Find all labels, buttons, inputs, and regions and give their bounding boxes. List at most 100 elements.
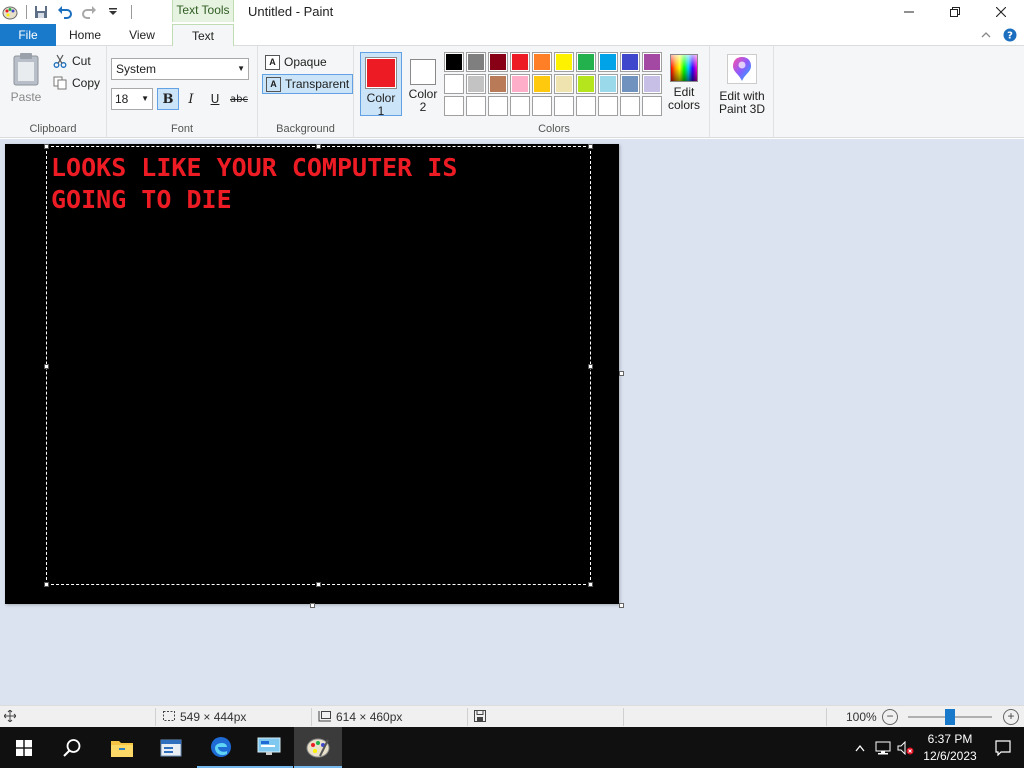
- palette-swatch[interactable]: [620, 74, 640, 94]
- color2-button[interactable]: Color 2: [402, 52, 444, 116]
- opaque-button[interactable]: A Opaque: [262, 52, 330, 72]
- tab-text[interactable]: Text: [172, 24, 234, 47]
- save-icon[interactable]: [31, 2, 51, 22]
- close-button[interactable]: [978, 0, 1024, 24]
- palette-empty-swatch[interactable]: [444, 96, 464, 116]
- paint3d-label-line2: Paint 3D: [718, 102, 766, 116]
- tab-view[interactable]: View: [114, 24, 170, 46]
- palette-swatch[interactable]: [620, 52, 640, 72]
- zoom-slider-thumb[interactable]: [945, 709, 955, 725]
- palette-swatch[interactable]: [642, 52, 662, 72]
- edit-with-paint3d-button[interactable]: Edit with Paint 3D: [714, 54, 770, 116]
- help-icon[interactable]: ?: [1000, 25, 1020, 45]
- underline-button[interactable]: U: [204, 88, 226, 110]
- edit-colors-button[interactable]: Edit colors: [664, 54, 704, 112]
- text-box-selection[interactable]: LOOKS LIKE YOUR COMPUTER IS GOING TO DIE: [44, 144, 593, 587]
- zoom-in-button[interactable]: +: [1003, 709, 1019, 725]
- customize-qat-icon[interactable]: [103, 2, 123, 22]
- canvas-resize-handle-bottom[interactable]: [310, 603, 315, 608]
- transparent-button[interactable]: A Transparent: [262, 74, 354, 94]
- font-size-select[interactable]: 18 ▼: [111, 88, 153, 110]
- cut-label: Cut: [72, 54, 91, 68]
- palette-empty-swatch[interactable]: [642, 96, 662, 116]
- taskbar-app-button[interactable]: [147, 727, 195, 768]
- palette-empty-swatch[interactable]: [466, 96, 486, 116]
- palette-swatch[interactable]: [510, 52, 530, 72]
- color2-label-line2: 2: [419, 100, 427, 114]
- opaque-label: Opaque: [284, 55, 327, 69]
- chevron-down-icon: ▼: [141, 94, 149, 103]
- strikethrough-button[interactable]: abc: [227, 88, 251, 110]
- textbox-handle-tr[interactable]: [588, 144, 593, 149]
- italic-button[interactable]: I: [180, 88, 202, 110]
- file-explorer-button[interactable]: [98, 727, 146, 768]
- palette-swatch[interactable]: [444, 74, 464, 94]
- palette-swatch[interactable]: [576, 74, 596, 94]
- color1-button[interactable]: Color 1: [360, 52, 402, 118]
- palette-swatch-fill: [578, 76, 594, 92]
- textbox-handle-bl[interactable]: [44, 582, 49, 587]
- tab-file[interactable]: File: [0, 24, 56, 46]
- minimize-ribbon-icon[interactable]: [976, 25, 996, 45]
- palette-swatch[interactable]: [466, 74, 486, 94]
- canvas-text[interactable]: LOOKS LIKE YOUR COMPUTER IS GOING TO DIE: [51, 152, 571, 216]
- svg-text:?: ?: [1007, 31, 1013, 42]
- palette-swatch[interactable]: [554, 74, 574, 94]
- cut-button[interactable]: Cut: [52, 52, 91, 70]
- start-button[interactable]: [0, 727, 48, 768]
- search-button[interactable]: [48, 727, 96, 768]
- palette-swatch[interactable]: [510, 74, 530, 94]
- textbox-handle-br[interactable]: [588, 582, 593, 587]
- palette-empty-swatch[interactable]: [576, 96, 596, 116]
- selection-icon: [162, 710, 176, 725]
- palette-empty-swatch[interactable]: [598, 96, 618, 116]
- copy-button[interactable]: Copy: [52, 74, 100, 92]
- palette-swatch[interactable]: [466, 52, 486, 72]
- textbox-handle-tm[interactable]: [316, 144, 321, 149]
- taskbar-clock[interactable]: 6:37 PM 12/6/2023: [918, 731, 982, 765]
- font-family-select[interactable]: System ▼: [111, 58, 249, 80]
- palette-swatch[interactable]: [642, 74, 662, 94]
- action-center-icon[interactable]: [982, 739, 1024, 756]
- palette-swatch[interactable]: [576, 52, 596, 72]
- canvas-resize-handle-corner[interactable]: [619, 603, 624, 608]
- network-icon[interactable]: [872, 741, 894, 755]
- chevron-down-icon: ▼: [237, 64, 245, 73]
- minimize-button[interactable]: [886, 0, 932, 24]
- canvas-resize-handle-right[interactable]: [619, 371, 624, 376]
- status-bar: 549 × 444px 614 × 460px 100% − +: [0, 705, 1024, 727]
- palette-swatch[interactable]: [488, 74, 508, 94]
- palette-swatch[interactable]: [532, 52, 552, 72]
- restore-button[interactable]: [932, 0, 978, 24]
- tab-home[interactable]: Home: [56, 24, 114, 46]
- show-hidden-icons-chevron-icon[interactable]: [848, 744, 872, 752]
- bold-button[interactable]: B: [157, 88, 179, 110]
- undo-icon[interactable]: [55, 2, 75, 22]
- paint-taskbar-button[interactable]: [294, 727, 342, 768]
- palette-swatch[interactable]: [444, 52, 464, 72]
- textbox-handle-bm[interactable]: [316, 582, 321, 587]
- palette-empty-swatch[interactable]: [620, 96, 640, 116]
- textbox-handle-ml[interactable]: [44, 364, 49, 369]
- palette-swatch[interactable]: [554, 52, 574, 72]
- control-panel-button[interactable]: [245, 727, 293, 768]
- zoom-out-button[interactable]: −: [882, 709, 898, 725]
- palette-swatch[interactable]: [488, 52, 508, 72]
- palette-empty-swatch[interactable]: [532, 96, 552, 116]
- palette-empty-swatch[interactable]: [488, 96, 508, 116]
- paste-button[interactable]: Paste: [6, 52, 46, 106]
- drawing-canvas[interactable]: LOOKS LIKE YOUR COMPUTER IS GOING TO DIE: [5, 144, 619, 604]
- edge-browser-button[interactable]: [197, 727, 245, 768]
- textbox-handle-tl[interactable]: [44, 144, 49, 149]
- canvas-size-icon: [318, 710, 332, 725]
- textbox-handle-mr[interactable]: [588, 364, 593, 369]
- paint-app-icon[interactable]: [2, 4, 18, 20]
- palette-empty-swatch[interactable]: [510, 96, 530, 116]
- palette-empty-swatch[interactable]: [554, 96, 574, 116]
- palette-swatch[interactable]: [598, 52, 618, 72]
- redo-icon[interactable]: [79, 2, 99, 22]
- palette-swatch[interactable]: [532, 74, 552, 94]
- volume-muted-icon[interactable]: [894, 740, 918, 755]
- palette-swatch[interactable]: [598, 74, 618, 94]
- color1-swatch: [367, 59, 395, 87]
